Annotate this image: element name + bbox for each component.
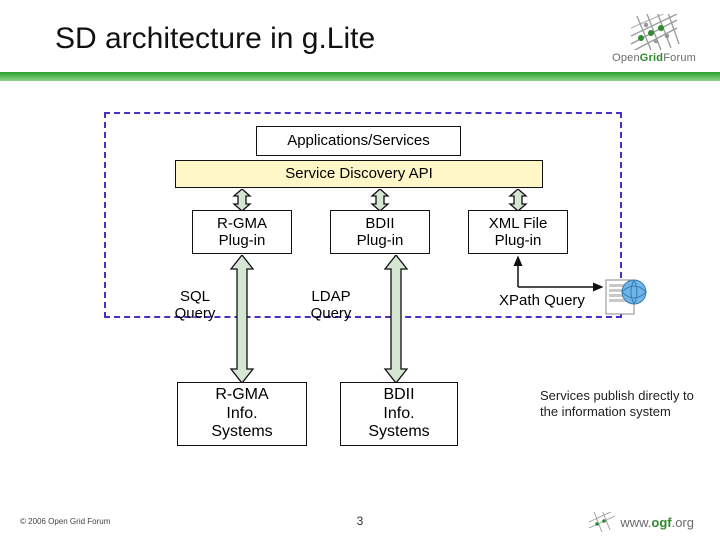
slide-title: SD architecture in g.Lite (55, 22, 375, 56)
url-bold: ogf (651, 515, 671, 530)
double-arrow-api-bdii (370, 189, 390, 211)
logo-bottom-text: www.ogf.org (620, 515, 694, 530)
caption-services-publish: Services publish directly to the informa… (540, 388, 700, 421)
box-bdii-plugin: BDIIPlug-in (330, 210, 430, 254)
box-rgma-info-systems: R-GMAInfo.Systems (177, 382, 307, 446)
box-api-label: Service Discovery API (285, 165, 433, 182)
double-arrow-rgma-info (228, 255, 256, 383)
box-bdii-info-systems: BDIIInfo.Systems (340, 382, 458, 446)
copyright-text: © 2006 Open Grid Forum (20, 517, 110, 526)
box-bdii-info-label: BDIIInfo.Systems (368, 386, 429, 441)
box-rgma-plugin: R-GMAPlug-in (192, 210, 292, 254)
footer: © 2006 Open Grid Forum 3 www.ogf.org (0, 506, 720, 540)
logo-word-open: Open (612, 52, 640, 64)
double-arrow-api-rgma (232, 189, 252, 211)
logo-word-forum: Forum (663, 52, 696, 64)
box-applications-label: Applications/Services (287, 132, 430, 149)
url-prefix: www. (620, 515, 651, 530)
xml-file-icon (604, 276, 648, 316)
box-bdii-plugin-label: BDIIPlug-in (357, 215, 404, 250)
box-rgma-info-label: R-GMAInfo.Systems (211, 386, 272, 441)
logo-word-grid: Grid (640, 52, 663, 64)
label-ldap-query: LDAPQuery (296, 288, 366, 323)
box-applications: Applications/Services (256, 126, 461, 156)
url-suffix: .org (672, 515, 694, 530)
box-service-discovery-api: Service Discovery API (175, 160, 543, 188)
double-arrow-bdii-info (382, 255, 410, 383)
grid-forum-icon (627, 14, 681, 50)
box-rgma-plugin-label: R-GMAPlug-in (217, 215, 267, 250)
slide: SD architecture in g.Lite OpenGridForum … (0, 0, 720, 540)
label-sql-query: SQLQuery (160, 288, 230, 323)
divider-green-bar (0, 72, 720, 81)
double-arrow-api-xml (508, 189, 528, 211)
page-number: 3 (357, 514, 364, 528)
arrow-xml-to-file (510, 255, 610, 295)
grid-forum-small-icon (588, 512, 616, 532)
box-xml-file-plugin: XML FilePlug-in (468, 210, 568, 254)
logo-top: OpenGridForum (612, 14, 696, 64)
logo-bottom: www.ogf.org (588, 512, 694, 532)
box-xml-plugin-label: XML FilePlug-in (489, 215, 548, 250)
logo-top-text: OpenGridForum (612, 52, 696, 64)
